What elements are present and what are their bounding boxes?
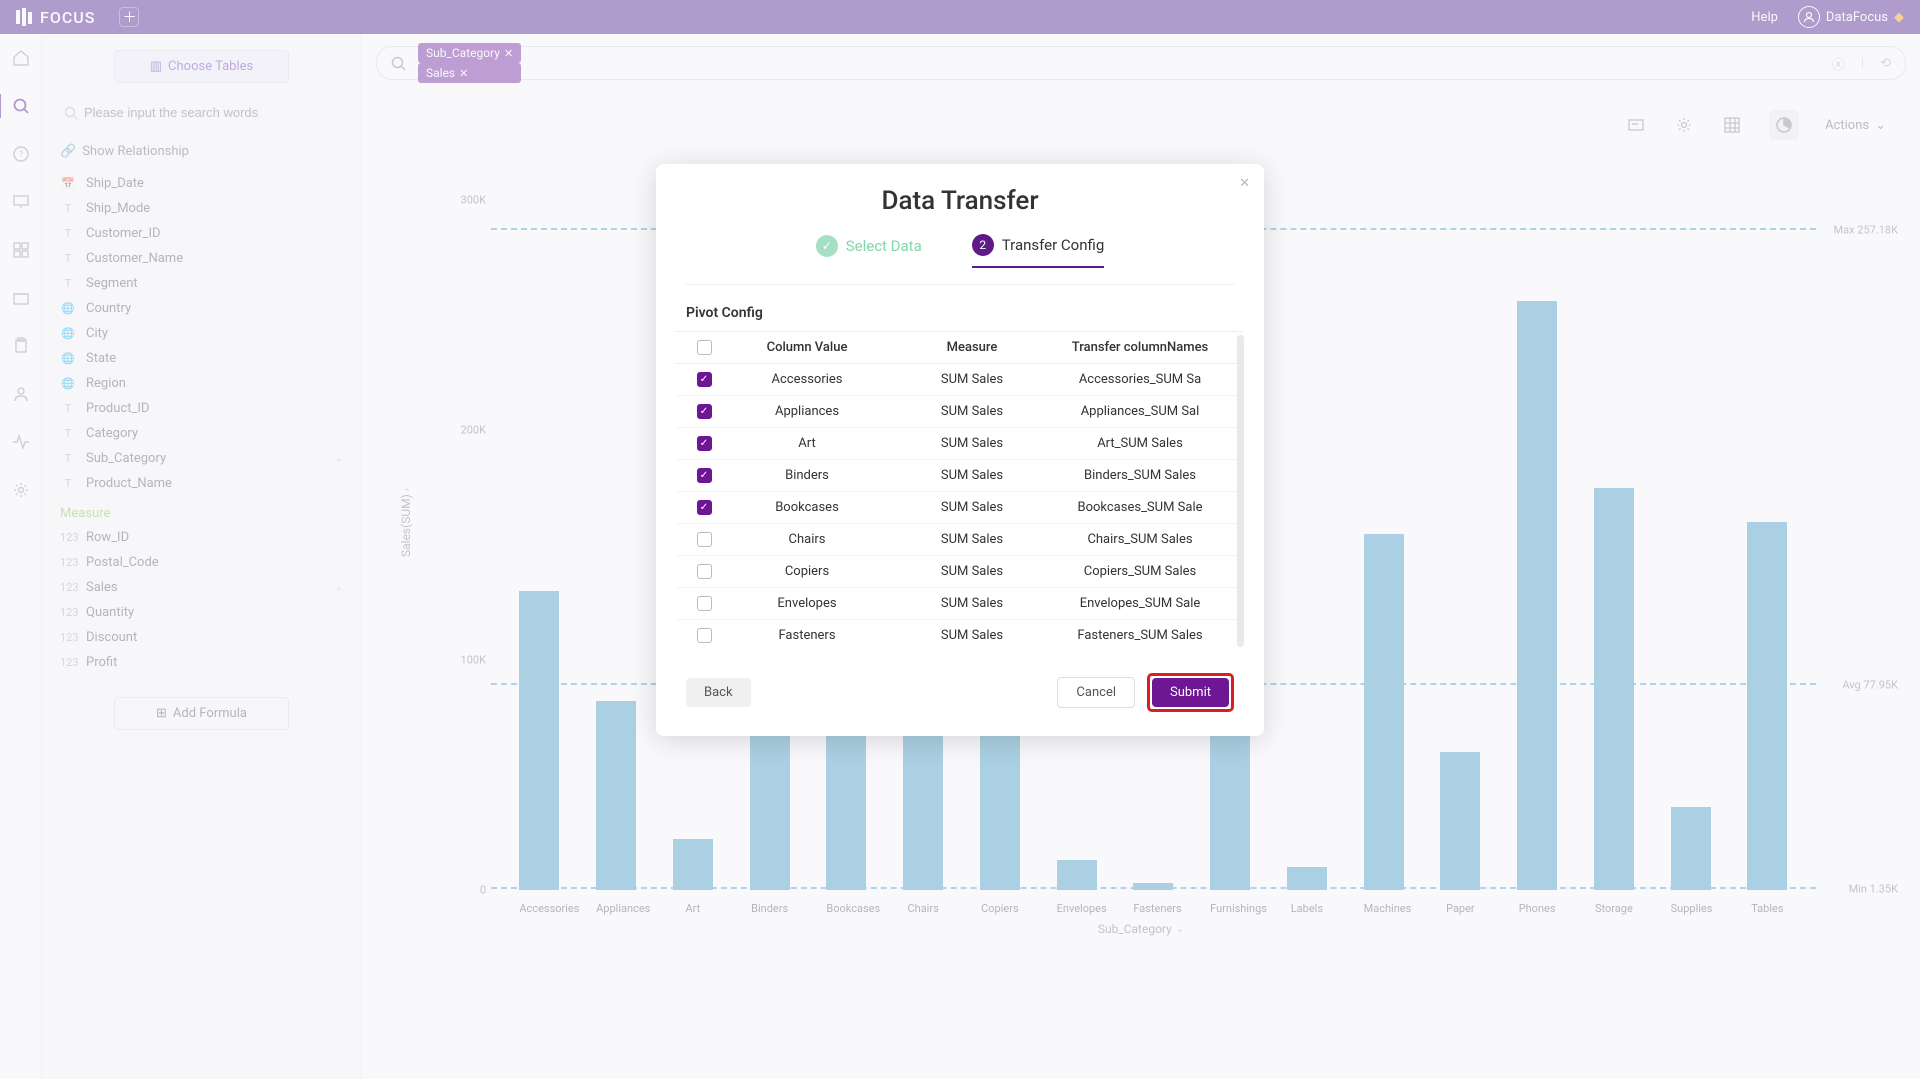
col-measure: Measure: [892, 340, 1052, 355]
row-checkbox[interactable]: ✓: [697, 468, 712, 483]
row-transfer-name: Binders_SUM Sales: [1052, 468, 1234, 483]
col-transfer-names: Transfer columnNames: [1052, 340, 1234, 355]
row-column-value: Art: [722, 436, 892, 451]
row-measure: SUM Sales: [892, 564, 1052, 579]
step-number-icon: 2: [972, 234, 994, 256]
row-transfer-name: Art_SUM Sales: [1052, 436, 1234, 451]
select-all-checkbox[interactable]: [697, 340, 712, 355]
config-row: ✓ BindersSUM SalesBinders_SUM Sales: [676, 460, 1244, 492]
check-icon: ✓: [816, 235, 838, 257]
row-measure: SUM Sales: [892, 404, 1052, 419]
submit-button[interactable]: Submit: [1152, 678, 1229, 707]
row-measure: SUM Sales: [892, 468, 1052, 483]
row-transfer-name: Fasteners_SUM Sales: [1052, 628, 1234, 643]
config-row: ChairsSUM SalesChairs_SUM Sales: [676, 524, 1244, 556]
row-column-value: Bookcases: [722, 500, 892, 515]
data-transfer-modal: ✕ Data Transfer ✓ Select Data 2 Transfer…: [656, 164, 1264, 736]
row-transfer-name: Chairs_SUM Sales: [1052, 532, 1234, 547]
cancel-button[interactable]: Cancel: [1057, 677, 1135, 708]
config-row: FastenersSUM SalesFasteners_SUM Sales: [676, 620, 1244, 651]
row-transfer-name: Envelopes_SUM Sale: [1052, 596, 1234, 611]
row-transfer-name: Accessories_SUM Sa: [1052, 372, 1234, 387]
config-row: ✓ AppliancesSUM SalesAppliances_SUM Sal: [676, 396, 1244, 428]
row-column-value: Fasteners: [722, 628, 892, 643]
row-measure: SUM Sales: [892, 436, 1052, 451]
row-column-value: Envelopes: [722, 596, 892, 611]
row-transfer-name: Bookcases_SUM Sale: [1052, 500, 1234, 515]
config-table: Column Value Measure Transfer columnName…: [676, 331, 1244, 651]
row-checkbox[interactable]: [697, 532, 712, 547]
config-row: ✓ AccessoriesSUM SalesAccessories_SUM Sa: [676, 364, 1244, 396]
row-transfer-name: Appliances_SUM Sal: [1052, 404, 1234, 419]
submit-highlight: Submit: [1147, 673, 1234, 712]
row-measure: SUM Sales: [892, 532, 1052, 547]
modal-close-button[interactable]: ✕: [1239, 176, 1250, 191]
row-column-value: Accessories: [722, 372, 892, 387]
row-column-value: Binders: [722, 468, 892, 483]
row-measure: SUM Sales: [892, 628, 1052, 643]
modal-title: Data Transfer: [656, 186, 1264, 216]
row-checkbox[interactable]: ✓: [697, 372, 712, 387]
pivot-config-header: Pivot Config: [656, 301, 1264, 331]
config-row: ✓ BookcasesSUM SalesBookcases_SUM Sale: [676, 492, 1244, 524]
row-measure: SUM Sales: [892, 596, 1052, 611]
col-column-value: Column Value: [722, 340, 892, 355]
step-select-data-label: Select Data: [846, 237, 922, 255]
row-checkbox[interactable]: [697, 596, 712, 611]
row-column-value: Chairs: [722, 532, 892, 547]
row-checkbox[interactable]: ✓: [697, 500, 712, 515]
row-measure: SUM Sales: [892, 372, 1052, 387]
row-column-value: Copiers: [722, 564, 892, 579]
back-button[interactable]: Back: [686, 678, 751, 707]
step-transfer-config[interactable]: 2 Transfer Config: [972, 234, 1105, 268]
step-transfer-config-label: Transfer Config: [1002, 236, 1105, 254]
config-row: CopiersSUM SalesCopiers_SUM Sales: [676, 556, 1244, 588]
row-checkbox[interactable]: ✓: [697, 404, 712, 419]
row-checkbox[interactable]: [697, 628, 712, 643]
row-column-value: Appliances: [722, 404, 892, 419]
config-row: EnvelopesSUM SalesEnvelopes_SUM Sale: [676, 588, 1244, 620]
row-measure: SUM Sales: [892, 500, 1052, 515]
config-row: ✓ ArtSUM SalesArt_SUM Sales: [676, 428, 1244, 460]
modal-footer: Back Cancel Submit: [656, 651, 1264, 712]
row-checkbox[interactable]: ✓: [697, 436, 712, 451]
modal-steps: ✓ Select Data 2 Transfer Config: [656, 234, 1264, 276]
config-header-row: Column Value Measure Transfer columnName…: [676, 331, 1244, 364]
step-select-data[interactable]: ✓ Select Data: [816, 234, 922, 268]
row-transfer-name: Copiers_SUM Sales: [1052, 564, 1234, 579]
row-checkbox[interactable]: [697, 564, 712, 579]
